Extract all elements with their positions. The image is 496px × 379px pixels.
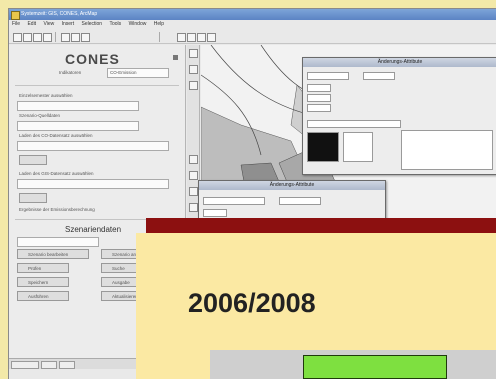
co-dataset-input[interactable] bbox=[17, 141, 169, 151]
field-label-period: Einzelsemester auswählen bbox=[19, 93, 73, 98]
find-tool-icon[interactable] bbox=[189, 187, 198, 196]
indicator-select-value: CO-Emission bbox=[110, 70, 137, 75]
dialog-layer-select[interactable] bbox=[203, 197, 265, 205]
attribute-dialog: Änderungs-Attribute bbox=[302, 57, 496, 175]
dialog-field-input[interactable] bbox=[203, 209, 227, 217]
dialog-layer-select[interactable] bbox=[307, 72, 349, 80]
identify-icon[interactable] bbox=[207, 33, 216, 42]
zoom-out-icon[interactable] bbox=[187, 33, 196, 42]
print-icon[interactable] bbox=[43, 33, 52, 42]
dialog-option-row[interactable] bbox=[307, 120, 401, 128]
app-icon bbox=[11, 11, 20, 20]
dialog-value-input[interactable] bbox=[307, 94, 331, 102]
edit-scenario-label: Szenario bearbeiten bbox=[28, 252, 69, 257]
divider bbox=[15, 85, 179, 86]
refresh-label: Aktualisieren bbox=[112, 294, 138, 299]
toolbar bbox=[9, 31, 496, 44]
hyperlink-tool-icon[interactable] bbox=[189, 203, 198, 212]
browse-gis-button[interactable] bbox=[19, 193, 47, 203]
field-label-scenario-source: Szenario-Quelldaten bbox=[19, 113, 61, 118]
dialog-field-input[interactable] bbox=[307, 84, 331, 92]
edit-scenario-button[interactable]: Szenario bearbeiten bbox=[17, 249, 89, 259]
new-file-icon[interactable] bbox=[13, 33, 22, 42]
identify-tool-icon[interactable] bbox=[189, 171, 198, 180]
status-cell bbox=[11, 361, 39, 369]
cones-logo: CONES bbox=[65, 51, 120, 67]
paste-icon[interactable] bbox=[81, 33, 90, 42]
measure-tool-icon[interactable] bbox=[189, 155, 198, 164]
stage: Systemzeit: GIS, CONES, ArcMap File Edit… bbox=[0, 0, 496, 379]
search-label: Suche bbox=[112, 266, 125, 271]
indicator-select[interactable]: CO-Emission bbox=[107, 68, 169, 78]
open-file-icon[interactable] bbox=[23, 33, 32, 42]
zoom-tool-icon[interactable] bbox=[189, 65, 198, 74]
copy-icon[interactable] bbox=[71, 33, 80, 42]
zoom-in-icon[interactable] bbox=[177, 33, 186, 42]
attribute-list[interactable] bbox=[401, 130, 493, 170]
menu-item-selection[interactable]: Selection bbox=[82, 21, 103, 27]
pan-tool-icon[interactable] bbox=[189, 81, 198, 90]
status-cell bbox=[59, 361, 75, 369]
menu-item-file[interactable]: File bbox=[12, 21, 20, 27]
select-tool-icon[interactable] bbox=[189, 49, 198, 58]
period-input[interactable] bbox=[17, 101, 139, 111]
dialog-id-input[interactable] bbox=[307, 104, 331, 112]
app-titlebar: Systemzeit: GIS, CONES, ArcMap bbox=[9, 9, 496, 20]
run-button[interactable]: Ausführen bbox=[17, 291, 69, 301]
toolbar-divider bbox=[159, 32, 160, 42]
gis-dataset-input[interactable] bbox=[17, 179, 169, 189]
app-title: Systemzeit: GIS, CONES, ArcMap bbox=[21, 11, 98, 17]
close-icon[interactable] bbox=[173, 55, 178, 60]
menu-item-insert[interactable]: Insert bbox=[62, 21, 75, 27]
year-label: 2006/2008 bbox=[188, 288, 316, 318]
menu-item-window[interactable]: Window bbox=[129, 21, 147, 27]
dialog-mode-select[interactable] bbox=[363, 72, 395, 80]
dialog-title: Änderungs-Attribute bbox=[303, 58, 496, 67]
indicator-label: Indikatoren bbox=[59, 70, 82, 75]
check-label: Prüfen bbox=[28, 266, 42, 271]
scenario-select[interactable] bbox=[17, 237, 99, 247]
field-label-results: Ergebnisse der Emissionsberechnung bbox=[19, 207, 95, 212]
field-label-co-dataset: Laden des CO-Datensatz auswählen bbox=[19, 133, 93, 138]
save-icon[interactable] bbox=[33, 33, 42, 42]
green-button[interactable] bbox=[303, 355, 447, 379]
run-label: Ausführen bbox=[28, 294, 49, 299]
output-label: Ausgabe bbox=[112, 280, 130, 285]
menu-item-tools[interactable]: Tools bbox=[109, 21, 121, 27]
toolbar-divider bbox=[55, 32, 56, 42]
field-label-gis-dataset: Laden des GIS-Datensatz auswählen bbox=[19, 171, 94, 176]
status-cell bbox=[41, 361, 57, 369]
dialog-mode-select[interactable] bbox=[279, 197, 321, 205]
menu-item-edit[interactable]: Edit bbox=[27, 21, 36, 27]
menu-bar: File Edit View Insert Selection Tools Wi… bbox=[9, 21, 496, 30]
color-swatch[interactable] bbox=[307, 132, 339, 162]
menu-item-help[interactable]: Help bbox=[154, 21, 164, 27]
pan-icon[interactable] bbox=[197, 33, 206, 42]
cut-icon[interactable] bbox=[61, 33, 70, 42]
browse-button[interactable] bbox=[19, 155, 47, 165]
preview-box bbox=[343, 132, 373, 162]
save-label: Speichern bbox=[28, 280, 49, 285]
scenario-source-input[interactable] bbox=[17, 121, 139, 131]
menu-item-view[interactable]: View bbox=[43, 21, 54, 27]
section-title: Szenariendaten bbox=[65, 225, 122, 234]
dialog-title: Änderungs-Attribute bbox=[199, 181, 385, 190]
save-button[interactable]: Speichern bbox=[17, 277, 69, 287]
check-button[interactable]: Prüfen bbox=[17, 263, 69, 273]
